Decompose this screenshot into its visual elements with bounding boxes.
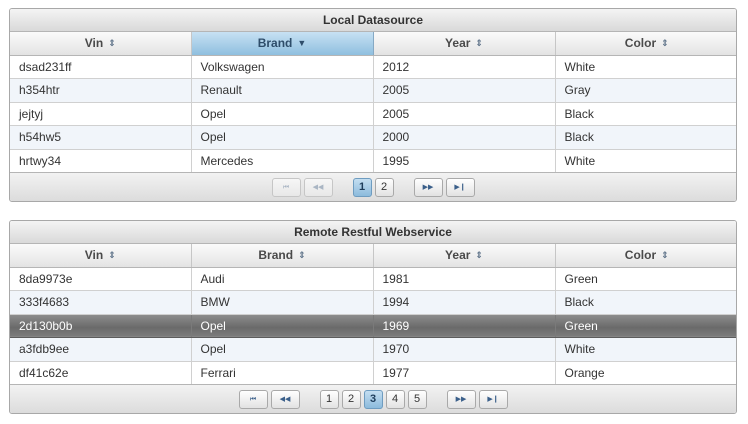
cell-vin: hrtwy34 xyxy=(10,149,192,173)
first-page-button[interactable]: ⏮ xyxy=(271,177,301,197)
cell-vin: 8da9973e xyxy=(10,267,192,291)
sort-icon: ⇕ xyxy=(108,250,116,261)
cell-vin: 333f4683 xyxy=(10,290,192,315)
page-button-3[interactable]: 3 xyxy=(363,389,383,409)
sort-icon: ⇕ xyxy=(661,250,669,261)
data-table: Vin ⇕ Brand ⇕ Year ⇕ Color ⇕ 8da9973e Audi 1… xyxy=(10,244,736,385)
table-row[interactable]: h354htr Renault 2005 Gray xyxy=(10,78,736,103)
page-button-1[interactable]: 1 xyxy=(319,389,339,409)
column-header-vin[interactable]: Vin ⇕ xyxy=(10,244,192,268)
sort-icon: ⇕ xyxy=(475,250,483,261)
data-table: Vin ⇕ Brand ▼ Year ⇕ Color ⇕ dsad231ff Volks… xyxy=(10,32,736,173)
remote-datatable: Remote Restful Webservice Vin ⇕ Brand ⇕ Ye… xyxy=(9,220,737,414)
column-header-year[interactable]: Year ⇕ xyxy=(373,244,556,268)
table-row[interactable]: 333f4683 BMW 1994 Black xyxy=(10,290,736,315)
sort-icon: ⇕ xyxy=(661,38,669,49)
cell-brand: Mercedes xyxy=(191,149,374,173)
cell-year: 1995 xyxy=(373,149,556,173)
cell-year: 2005 xyxy=(373,102,556,126)
cell-vin: df41c62e xyxy=(10,361,192,385)
sort-icon: ⇕ xyxy=(108,38,116,49)
cell-year: 2012 xyxy=(373,55,556,79)
cell-brand: Volkswagen xyxy=(191,55,374,79)
previous-page-button[interactable]: ◀◀ xyxy=(270,389,300,409)
table-row[interactable]: a3fdb9ee Opel 1970 White xyxy=(10,337,736,362)
column-header-color[interactable]: Color ⇕ xyxy=(555,244,736,268)
cell-vin: 2d130b0b xyxy=(10,314,192,338)
cell-year: 2005 xyxy=(373,78,556,103)
column-header-year[interactable]: Year ⇕ xyxy=(373,32,556,56)
next-page-button[interactable]: ▶▶ xyxy=(446,389,476,409)
cell-color: Black xyxy=(555,102,736,126)
cell-year: 1981 xyxy=(373,267,556,291)
cell-color: Green xyxy=(555,314,736,338)
cell-vin: jejtyj xyxy=(10,102,192,126)
cell-brand: Renault xyxy=(191,78,374,103)
last-page-button[interactable]: ▶❙ xyxy=(445,177,475,197)
cell-brand: Opel xyxy=(191,337,374,362)
cell-color: Black xyxy=(555,125,736,150)
first-page-button[interactable]: ⏮ xyxy=(238,389,268,409)
cell-color: Black xyxy=(555,290,736,315)
cell-color: Orange xyxy=(555,361,736,385)
cell-brand: BMW xyxy=(191,290,374,315)
table-row-selected[interactable]: 2d130b0b Opel 1969 Green xyxy=(10,314,736,338)
cell-year: 2000 xyxy=(373,125,556,150)
cell-color: Gray xyxy=(555,78,736,103)
table-caption: Local Datasource xyxy=(10,9,736,32)
cell-brand: Ferrari xyxy=(191,361,374,385)
table-row[interactable]: dsad231ff Volkswagen 2012 White xyxy=(10,55,736,79)
cell-vin: a3fdb9ee xyxy=(10,337,192,362)
cell-vin: dsad231ff xyxy=(10,55,192,79)
column-header-vin[interactable]: Vin ⇕ xyxy=(10,32,192,56)
cell-color: White xyxy=(555,149,736,173)
column-header-color[interactable]: Color ⇕ xyxy=(555,32,736,56)
last-page-button[interactable]: ▶❙ xyxy=(478,389,508,409)
table-row[interactable]: jejtyj Opel 2005 Black xyxy=(10,102,736,126)
cell-year: 1994 xyxy=(373,290,556,315)
cell-year: 1977 xyxy=(373,361,556,385)
next-page-button[interactable]: ▶▶ xyxy=(413,177,443,197)
page-button-5[interactable]: 5 xyxy=(407,389,427,409)
cell-brand: Opel xyxy=(191,125,374,150)
page-button-2[interactable]: 2 xyxy=(374,177,394,197)
page-button-1[interactable]: 1 xyxy=(352,177,372,197)
previous-page-button[interactable]: ◀◀ xyxy=(303,177,333,197)
cell-year: 1969 xyxy=(373,314,556,338)
cell-vin: h54hw5 xyxy=(10,125,192,150)
cell-color: Green xyxy=(555,267,736,291)
table-row[interactable]: 8da9973e Audi 1981 Green xyxy=(10,267,736,291)
column-header-brand[interactable]: Brand ⇕ xyxy=(191,244,374,268)
sort-icon: ⇕ xyxy=(475,38,483,49)
cell-brand: Audi xyxy=(191,267,374,291)
cell-brand: Opel xyxy=(191,102,374,126)
cell-year: 1970 xyxy=(373,337,556,362)
cell-color: White xyxy=(555,337,736,362)
table-row[interactable]: hrtwy34 Mercedes 1995 White xyxy=(10,149,736,173)
column-header-brand[interactable]: Brand ▼ xyxy=(191,32,374,56)
table-row[interactable]: df41c62e Ferrari 1977 Orange xyxy=(10,361,736,385)
cell-color: White xyxy=(555,55,736,79)
sort-descending-icon: ▼ xyxy=(297,38,307,49)
cell-vin: h354htr xyxy=(10,78,192,103)
page-button-4[interactable]: 4 xyxy=(385,389,405,409)
paginator: ⏮ ◀◀ 1 2 ▶▶ ▶❙ xyxy=(10,172,736,201)
sort-icon: ⇕ xyxy=(298,250,306,261)
page-button-2[interactable]: 2 xyxy=(341,389,361,409)
local-datatable: Local Datasource Vin ⇕ Brand ▼ Year ⇕ Color… xyxy=(9,8,737,202)
cell-brand: Opel xyxy=(191,314,374,338)
table-row[interactable]: h54hw5 Opel 2000 Black xyxy=(10,125,736,150)
table-caption: Remote Restful Webservice xyxy=(10,221,736,244)
paginator: ⏮ ◀◀ 1 2 3 4 5 ▶▶ ▶❙ xyxy=(10,384,736,413)
